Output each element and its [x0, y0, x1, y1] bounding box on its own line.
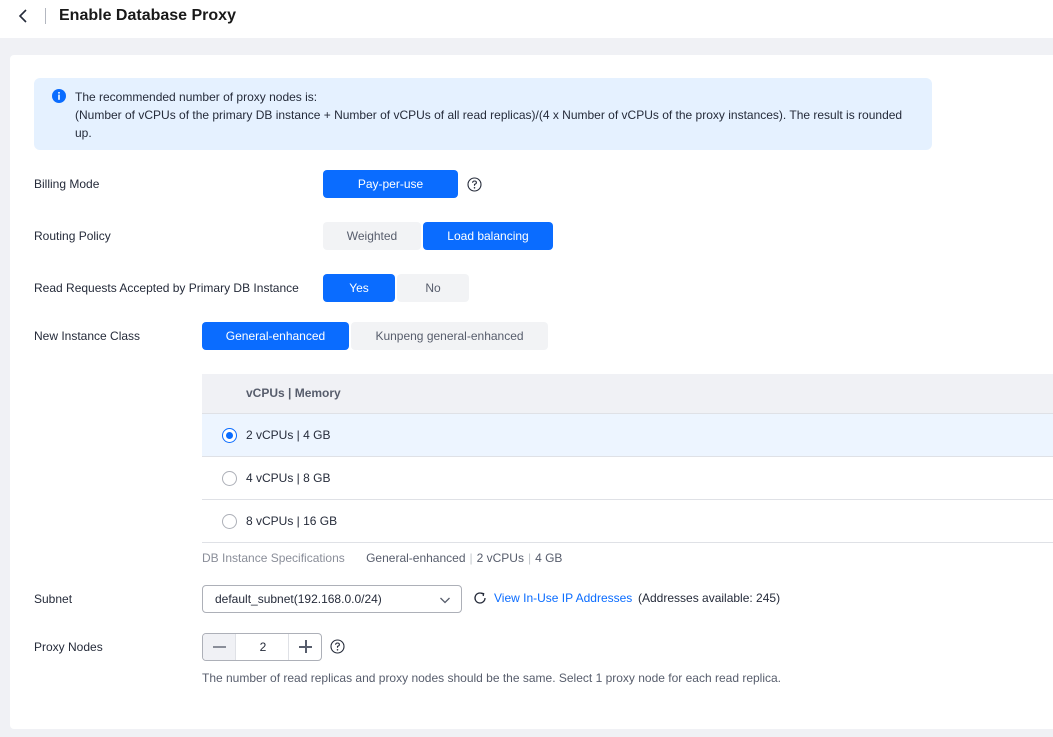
spec-summary: DB Instance Specifications General-enhan… — [202, 550, 562, 566]
table-row[interactable]: 4 vCPUs | 8 GB — [202, 457, 1053, 500]
increment-button[interactable] — [288, 634, 321, 660]
alert-line-2: (Number of vCPUs of the primary DB insta… — [75, 108, 903, 140]
view-in-use-ip-link[interactable]: View In-Use IP Addresses — [494, 590, 632, 606]
no-button[interactable]: No — [397, 274, 469, 302]
kunpeng-general-enhanced-button[interactable]: Kunpeng general-enhanced — [351, 322, 548, 350]
proxy-nodes-stepper: 2 — [202, 633, 322, 661]
top-bar: Enable Database Proxy — [0, 0, 1053, 38]
instance-class-label: New Instance Class — [34, 329, 141, 343]
help-icon[interactable] — [330, 639, 345, 654]
spec-separator: | — [527, 551, 532, 565]
help-icon[interactable] — [467, 177, 482, 192]
weighted-button[interactable]: Weighted — [323, 222, 421, 250]
title-divider — [45, 8, 46, 24]
radio-button[interactable] — [222, 514, 237, 529]
radio-button[interactable] — [222, 428, 237, 443]
spec-summary-label: DB Instance Specifications — [202, 551, 345, 565]
decrement-button[interactable] — [203, 634, 236, 660]
spec-table-header: vCPUs | Memory — [202, 374, 1053, 414]
subnet-select[interactable]: default_subnet(192.168.0.0/24) — [202, 585, 462, 613]
spec-summary-memory: 4 GB — [535, 551, 563, 565]
proxy-nodes-input[interactable]: 2 — [237, 640, 289, 654]
alert-text: The recommended number of proxy nodes is… — [75, 88, 920, 142]
read-requests-label: Read Requests Accepted by Primary DB Ins… — [34, 281, 299, 295]
load-balancing-button[interactable]: Load balancing — [423, 222, 553, 250]
pay-per-use-button[interactable]: Pay-per-use — [323, 170, 458, 198]
column-header-vcpus-memory: vCPUs | Memory — [246, 386, 341, 400]
table-row[interactable]: 2 vCPUs | 4 GB — [202, 414, 1053, 457]
spec-summary-class: General-enhanced — [366, 551, 466, 565]
chevron-down-icon — [440, 597, 450, 604]
addresses-available: (Addresses available: 245) — [638, 591, 781, 605]
row-spec-text: 2 vCPUs | 4 GB — [246, 428, 331, 442]
spec-separator: | — [469, 551, 473, 565]
page-title: Enable Database Proxy — [59, 7, 236, 24]
routing-policy-label: Routing Policy — [34, 229, 111, 243]
billing-mode-label: Billing Mode — [34, 177, 100, 191]
info-icon — [52, 89, 66, 103]
proxy-nodes-label: Proxy Nodes — [34, 640, 103, 654]
radio-button[interactable] — [222, 471, 237, 486]
alert-line-1: The recommended number of proxy nodes is… — [75, 90, 318, 104]
yes-button[interactable]: Yes — [323, 274, 395, 302]
subnet-value: default_subnet(192.168.0.0/24) — [215, 592, 382, 606]
general-enhanced-button[interactable]: General-enhanced — [202, 322, 349, 350]
spec-summary-vcpus: 2 vCPUs — [476, 551, 524, 565]
table-row[interactable]: 8 vCPUs | 16 GB — [202, 500, 1053, 543]
row-spec-text: 8 vCPUs | 16 GB — [246, 514, 338, 528]
back-arrow-icon[interactable] — [14, 6, 34, 26]
info-alert: The recommended number of proxy nodes is… — [34, 78, 932, 150]
row-spec-text: 4 vCPUs | 8 GB — [246, 471, 331, 485]
refresh-icon[interactable] — [472, 590, 488, 606]
proxy-nodes-note: The number of read replicas and proxy no… — [202, 671, 782, 685]
subnet-label: Subnet — [34, 592, 73, 606]
